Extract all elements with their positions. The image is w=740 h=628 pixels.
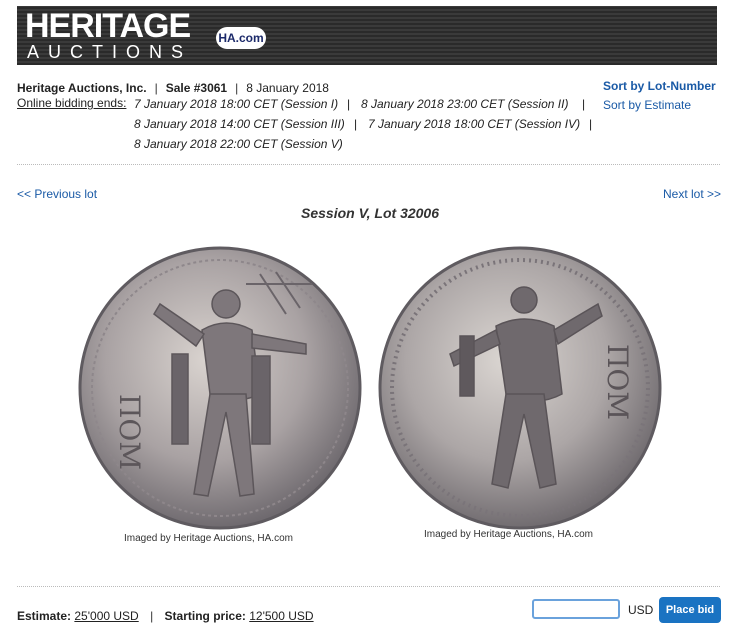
- separator: |: [347, 97, 351, 111]
- divider: [17, 586, 720, 587]
- sort-by-estimate-link[interactable]: Sort by Estimate: [603, 98, 691, 112]
- separator: |: [589, 117, 593, 131]
- coin-legend: ΠΟΜ: [601, 344, 634, 420]
- separator: |: [150, 609, 154, 623]
- sale-date: 8 January 2018: [246, 81, 329, 95]
- session-time: 7 January 2018 18:00 CET (Session IV): [368, 117, 581, 131]
- starting-price-label: Starting price:: [164, 609, 246, 623]
- lot-title: Session V, Lot 32006: [301, 205, 439, 221]
- estimate-value[interactable]: 25'000 USD: [74, 609, 138, 623]
- place-bid-button[interactable]: Place bid: [659, 597, 721, 623]
- sort-by-lot-link[interactable]: Sort by Lot-Number: [603, 79, 716, 93]
- header-banner: HERITAGE AUCTIONS HA.com: [17, 6, 717, 65]
- separator: |: [235, 81, 239, 95]
- coin-reverse-image[interactable]: ΠΟΜ: [376, 244, 664, 532]
- logo-auctions-text[interactable]: AUCTIONS: [27, 42, 192, 62]
- logo-ha-badge[interactable]: HA.com: [216, 27, 266, 49]
- separator: |: [154, 81, 158, 95]
- auction-house-name: Heritage Auctions, Inc.: [17, 81, 147, 95]
- obverse-image-credit: Imaged by Heritage Auctions, HA.com: [124, 533, 293, 544]
- separator: |: [582, 97, 586, 111]
- separator: |: [354, 117, 358, 131]
- divider: [17, 164, 720, 165]
- pricing-row: Estimate: 25'000 USD | Starting price: 1…: [17, 609, 314, 623]
- sale-number: Sale #3061: [165, 81, 228, 95]
- session-time: 8 January 2018 14:00 CET (Session III): [134, 117, 345, 131]
- session-time: 7 January 2018 18:00 CET (Session I): [134, 97, 339, 111]
- logo-heritage-text[interactable]: HERITAGE: [25, 8, 191, 44]
- session-time: 8 January 2018 22:00 CET (Session V): [134, 137, 343, 151]
- starting-price-value[interactable]: 12'500 USD: [249, 609, 313, 623]
- previous-lot-link[interactable]: << Previous lot: [17, 187, 97, 201]
- bidding-ends-label[interactable]: Online bidding ends:: [17, 96, 126, 110]
- reverse-image-credit: Imaged by Heritage Auctions, HA.com: [424, 529, 593, 540]
- sale-info-row: Heritage Auctions, Inc. | Sale #3061 | 8 Jan…: [17, 78, 329, 98]
- next-lot-link[interactable]: Next lot >>: [663, 187, 721, 201]
- bid-currency-label: USD: [628, 603, 654, 617]
- coin-obverse-image[interactable]: ΠΟΜ: [76, 244, 364, 532]
- session-time: 8 January 2018 23:00 CET (Session II): [361, 97, 569, 111]
- coin-legend: ΠΟΜ: [113, 394, 146, 470]
- estimate-label: Estimate:: [17, 609, 72, 623]
- bid-amount-input[interactable]: [532, 599, 620, 619]
